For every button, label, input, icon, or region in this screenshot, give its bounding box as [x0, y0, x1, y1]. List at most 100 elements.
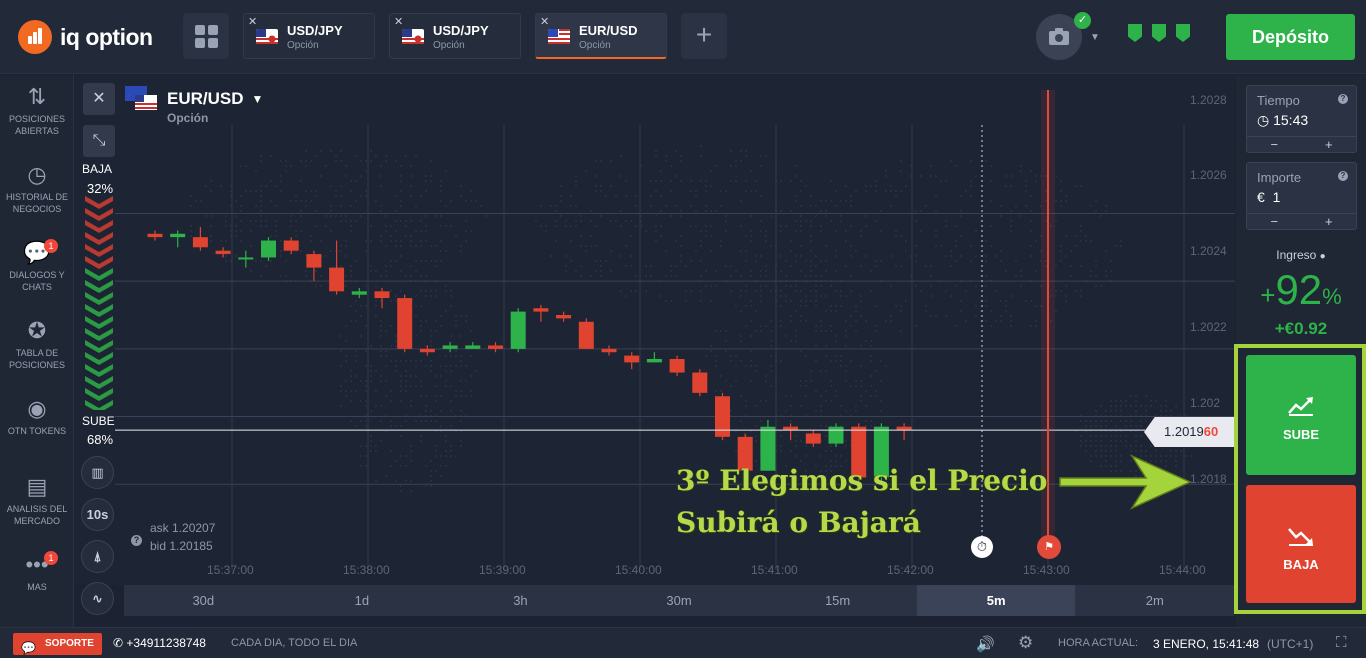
candle-body [397, 298, 413, 349]
drawing-tools-icon[interactable]: ⍋ [81, 540, 114, 573]
candle-body [488, 345, 503, 349]
sidebar-item-history[interactable]: ◷ HISTORIAL DE NEGOCIOS [0, 159, 74, 215]
sentiment-chevron [85, 316, 113, 329]
amount-value[interactable]: € 1 [1257, 189, 1280, 205]
sidebar-item-label: ANALISIS DEL MERCADO [6, 504, 68, 526]
y-tick-label: 1.2026 [1190, 168, 1227, 182]
phone-number[interactable]: ✆ +34911238748 [113, 636, 206, 650]
badge-icon [1128, 24, 1142, 42]
up-label: SUBE [82, 414, 115, 428]
clock-value: 3 ENERO, 15:41:48 [1153, 637, 1260, 651]
candle-body [828, 426, 844, 444]
fullscreen-icon[interactable]: ⛶ [1336, 634, 1347, 651]
sentiment-chevron [85, 388, 113, 401]
phone-icon: ✆ [113, 636, 124, 650]
decrease-button[interactable]: − [1247, 214, 1302, 229]
put-down-button[interactable]: BAJA [1246, 485, 1356, 603]
increase-button[interactable]: + [1302, 137, 1357, 152]
tab-pair: EUR/USD [579, 23, 638, 38]
timeframe-2m[interactable]: 2m [1075, 585, 1234, 616]
close-chart-button[interactable]: ✕ [83, 83, 115, 115]
field-label: Tiempo [1257, 93, 1300, 108]
volume-icon[interactable]: 🔊 [976, 635, 995, 653]
help-icon[interactable]: ? [131, 535, 142, 546]
timeframe-15m[interactable]: 15m [758, 585, 917, 616]
sentiment-meter [85, 196, 113, 410]
sidebar-item-market-analysis[interactable]: ▤ ANALISIS DEL MERCADO [0, 471, 74, 527]
gear-icon[interactable]: ⚙ [1018, 633, 1033, 653]
chat-icon: 💬 [21, 641, 36, 655]
timeframe-30d[interactable]: 30d [124, 585, 283, 616]
ask-price: ask 1.20207 [150, 521, 216, 535]
sentiment-chevron [85, 352, 113, 365]
candle-body [783, 426, 799, 431]
timeframe-1d[interactable]: 1d [283, 585, 442, 616]
x-tick-label: 15:40:00 [615, 563, 662, 577]
timeframe-3h[interactable]: 3h [441, 585, 600, 616]
close-tab-icon[interactable]: ✕ [394, 15, 403, 28]
tab-type: Opción [579, 40, 611, 51]
candle-body [646, 359, 662, 363]
down-percentage: 32% [87, 181, 114, 196]
decrease-button[interactable]: − [1247, 137, 1302, 152]
candle-body [805, 433, 821, 444]
asset-selector[interactable]: EUR/USD ▼ [125, 86, 263, 112]
asset-tab-2[interactable]: ✕ USD/JPY Opción [389, 13, 521, 59]
help-icon[interactable]: ? [1338, 171, 1348, 181]
interval-button[interactable]: 10s [81, 498, 114, 531]
candle-body [442, 345, 458, 349]
down-label: BAJA [82, 162, 113, 176]
candle-body [601, 348, 617, 353]
usd-jpy-flag-icon [256, 29, 278, 44]
candle-body [374, 291, 390, 299]
collapse-icon[interactable]: ⤡ [83, 125, 115, 157]
candle-body [556, 315, 572, 319]
timeframe-30m[interactable]: 30m [600, 585, 759, 616]
asset-tab-3-active[interactable]: ✕ EUR/USD Opción [535, 13, 667, 59]
candle-body [533, 308, 549, 312]
expiry-time-field[interactable]: Tiempo ? ◷ 15:43 − + [1246, 85, 1357, 153]
up-percentage: 68% [87, 432, 114, 447]
chart-type-button[interactable]: ▥ [81, 456, 114, 489]
indicators-icon[interactable]: ∿ [81, 582, 114, 615]
trend-up-icon [1246, 395, 1356, 419]
call-up-button[interactable]: SUBE [1246, 355, 1356, 475]
sidebar-item-leaderboard[interactable]: ✪ TABLA DE POSICIONES [0, 315, 74, 371]
asset-tab-1[interactable]: ✕ USD/JPY Opción [243, 13, 375, 59]
support-button[interactable]: 💬 SOPORTE [13, 633, 102, 655]
apps-grid-button[interactable] [183, 13, 229, 59]
current-price-main: 1.2019 [1164, 424, 1204, 439]
timeframe-5m[interactable]: 5m [916, 585, 1076, 616]
close-tab-icon[interactable]: ✕ [540, 15, 549, 28]
tab-type: Opción [433, 40, 465, 51]
close-tab-icon[interactable]: ✕ [248, 15, 257, 28]
deposit-button[interactable]: Depósito [1226, 14, 1355, 60]
amount-field[interactable]: Importe ? € 1 − + [1246, 162, 1357, 230]
medal-icon: ✪ [27, 318, 47, 343]
sentiment-chevron [85, 220, 113, 233]
clock-label: HORA ACTUAL: [1058, 637, 1139, 649]
chevron-down-icon[interactable]: ▼ [1090, 32, 1100, 43]
tab-pair: USD/JPY [287, 23, 343, 38]
candle-body [170, 233, 186, 238]
help-icon[interactable]: ? [1338, 94, 1348, 104]
finish-flag-icon: ⚑ [1037, 535, 1061, 559]
y-tick-label: 1.2022 [1190, 320, 1227, 334]
income-label: Ingreso ● [1276, 248, 1326, 262]
sidebar-item-tokens[interactable]: ◉ OTN TOKENS [0, 393, 74, 437]
logo-text: iq option [60, 23, 153, 50]
notification-badge: 1 [44, 239, 58, 253]
add-tab-button[interactable]: + [681, 13, 727, 59]
sentiment-chevron [85, 244, 113, 257]
x-tick-label: 15:37:00 [207, 563, 254, 577]
sidebar-item-label: TABLA DE POSICIONES [8, 348, 65, 370]
sentiment-chevron [85, 256, 113, 269]
sidebar-item-open-positions[interactable]: ⇅ POSICIONES ABIERTAS [0, 81, 74, 137]
achievement-badges[interactable] [1128, 24, 1190, 42]
logo[interactable]: iq option [18, 20, 153, 54]
down-button-label: BAJA [1283, 557, 1319, 572]
sidebar-item-more[interactable]: ••• 1 MAS [0, 549, 74, 593]
sentiment-chevron [85, 304, 113, 317]
sidebar-item-chats[interactable]: 💬 1 DIALOGOS Y CHATS [0, 237, 74, 293]
increase-button[interactable]: + [1302, 214, 1357, 229]
